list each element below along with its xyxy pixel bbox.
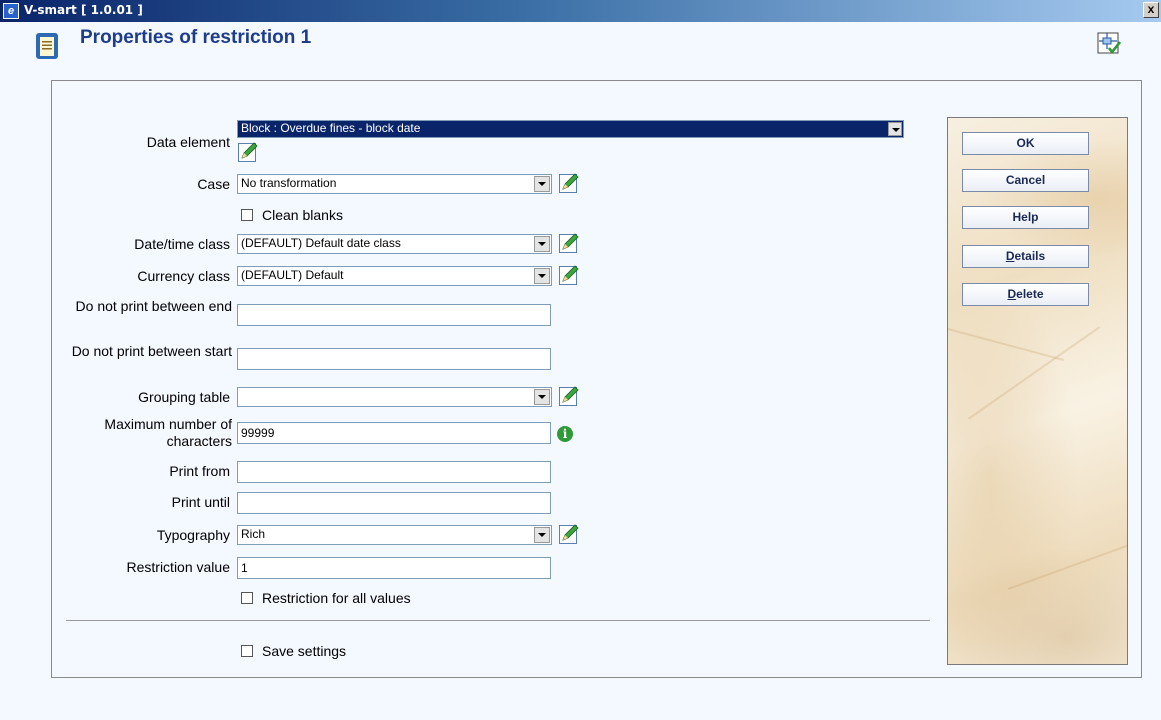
typography-label: Typography (156, 527, 230, 543)
pencil-edit-icon[interactable] (558, 232, 580, 254)
data-element-label: Data element (146, 134, 230, 150)
page-title: Properties of restriction 1 (80, 27, 312, 48)
marble-vein (1008, 543, 1127, 590)
save-settings-label: Save settings (262, 643, 347, 659)
marble-vein (948, 328, 1064, 361)
case-label: Case (197, 176, 230, 192)
chevron-down-icon[interactable] (888, 122, 902, 136)
print-until-input[interactable] (237, 492, 551, 514)
print-until-label: Print until (171, 494, 230, 510)
details-label: etails (1014, 249, 1046, 263)
delete-label: elete (1016, 287, 1044, 301)
currency-class-select[interactable]: (DEFAULT) Default (237, 266, 552, 286)
do-not-print-start-label: Do not print between start (71, 343, 232, 359)
clean-blanks-row[interactable]: Clean blanks (241, 207, 343, 224)
restriction-all-checkbox[interactable] (241, 592, 253, 605)
data-element-select[interactable]: Block : Overdue fines - block date (237, 120, 904, 138)
close-button[interactable]: x (1143, 2, 1159, 18)
chevron-down-icon[interactable] (534, 389, 550, 405)
separator (66, 620, 930, 621)
chevron-down-icon[interactable] (534, 268, 550, 284)
do-not-print-start-input[interactable] (237, 348, 551, 370)
pencil-edit-icon[interactable] (558, 385, 580, 407)
pencil-edit-icon[interactable] (558, 264, 580, 286)
print-from-label: Print from (169, 463, 230, 479)
do-not-print-end-label: Do not print between end (75, 298, 232, 314)
typography-value: Rich (241, 527, 266, 541)
grouping-table-select[interactable] (237, 387, 552, 407)
app-icon: e (3, 3, 19, 19)
window-titlebar: e V-smart [ 1.0.01 ] x (0, 0, 1161, 22)
max-chars-label: Maximum number of characters (104, 416, 232, 449)
ok-button[interactable]: OK (962, 132, 1089, 155)
clean-blanks-label: Clean blanks (262, 207, 343, 223)
info-icon[interactable]: i (557, 426, 573, 442)
restriction-value-label: Restriction value (126, 559, 231, 575)
delete-mnemonic: D (1007, 287, 1017, 301)
save-settings-row[interactable]: Save settings (241, 643, 346, 660)
chevron-down-icon[interactable] (534, 527, 550, 543)
chevron-down-icon[interactable] (534, 236, 550, 252)
datetime-class-select[interactable]: (DEFAULT) Default date class (237, 234, 552, 254)
save-settings-checkbox[interactable] (241, 645, 253, 658)
chevron-down-icon[interactable] (534, 176, 550, 192)
data-element-value: Block : Overdue fines - block date (241, 121, 421, 135)
do-not-print-end-input[interactable] (237, 304, 551, 326)
restriction-value-input[interactable]: 1 (237, 557, 551, 579)
clipboard-icon (36, 33, 58, 59)
restriction-all-row[interactable]: Restriction for all values (241, 590, 411, 607)
cancel-button[interactable]: Cancel (962, 169, 1089, 192)
window-title: V-smart [ 1.0.01 ] (24, 3, 143, 17)
max-chars-input[interactable]: 99999 (237, 422, 551, 444)
currency-class-value: (DEFAULT) Default (241, 268, 344, 282)
currency-class-label: Currency class (137, 268, 230, 284)
button-sidebar: OK Cancel Help Details Delete (947, 117, 1128, 665)
flow-check-icon[interactable] (1097, 31, 1121, 55)
print-from-input[interactable] (237, 461, 551, 483)
clean-blanks-checkbox[interactable] (241, 209, 253, 222)
datetime-class-label: Date/time class (134, 236, 230, 252)
typography-select[interactable]: Rich (237, 525, 552, 545)
datetime-class-value: (DEFAULT) Default date class (241, 236, 401, 250)
pencil-edit-icon[interactable] (237, 141, 259, 163)
details-button[interactable]: Details (962, 245, 1089, 268)
help-button[interactable]: Help (962, 206, 1089, 229)
delete-button[interactable]: Delete (962, 283, 1089, 306)
case-select[interactable]: No transformation (237, 174, 552, 194)
grouping-table-label: Grouping table (138, 389, 230, 405)
case-value: No transformation (241, 176, 337, 190)
restriction-all-label: Restriction for all values (262, 590, 411, 606)
pencil-edit-icon[interactable] (558, 172, 580, 194)
pencil-edit-icon[interactable] (558, 523, 580, 545)
